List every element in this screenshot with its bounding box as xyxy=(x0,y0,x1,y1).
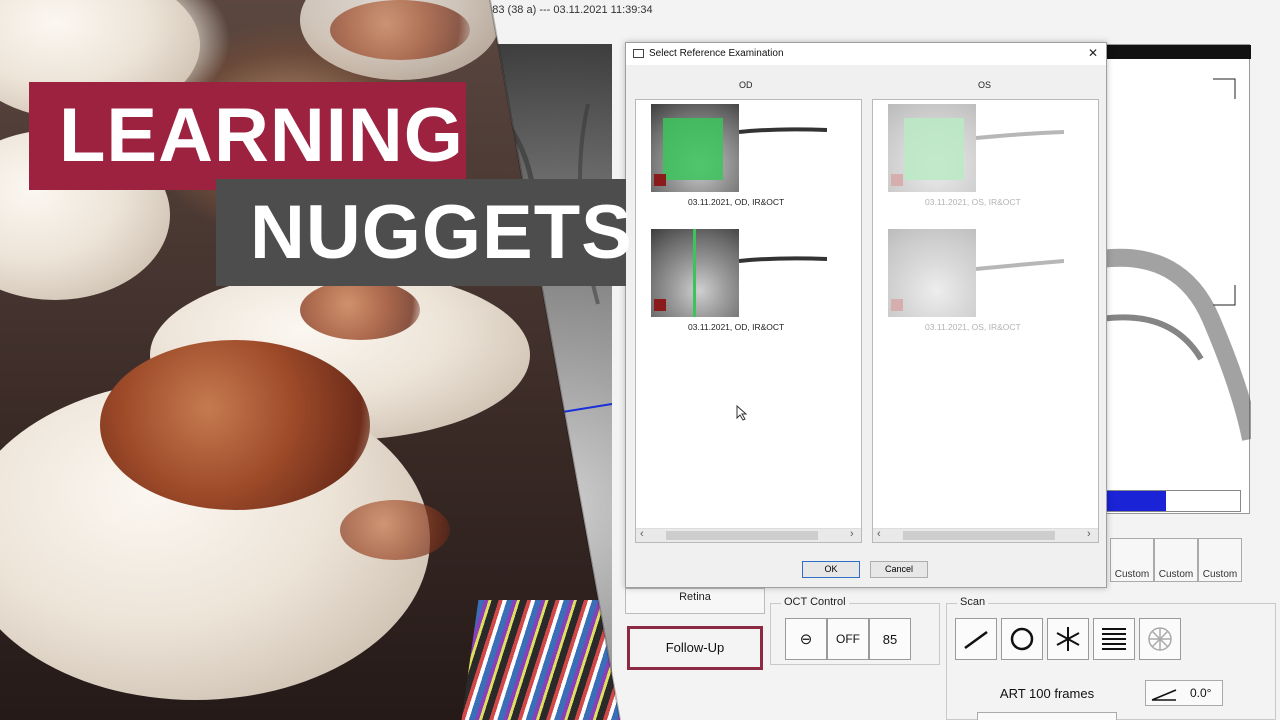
scroll-left-icon[interactable]: ‹ xyxy=(640,528,644,540)
os-column-header: OS xyxy=(978,80,992,90)
crumbs-topping xyxy=(340,500,450,560)
close-icon[interactable]: ✕ xyxy=(1088,46,1098,60)
radial-scan-button[interactable] xyxy=(1139,618,1181,660)
window-icon xyxy=(633,49,644,58)
red-marker-icon xyxy=(891,174,903,186)
green-scan-line xyxy=(693,229,696,317)
od-exam-item[interactable]: 03.11.2021, OD, IR&OCT xyxy=(651,104,851,214)
star-scan-button[interactable] xyxy=(1047,618,1089,660)
angle-field[interactable]: 0.0° xyxy=(1145,680,1223,706)
oct-thumbnail-line xyxy=(739,127,827,134)
line-scan-icon xyxy=(964,630,988,650)
circle-scan-button[interactable] xyxy=(1001,618,1043,660)
learning-banner: LEARNING xyxy=(29,82,466,190)
eye-m-icon: ⊖ xyxy=(799,631,813,648)
od-exam-item[interactable]: 03.11.2021, OD, IR&OCT xyxy=(651,229,851,339)
select-reference-dialog: Select Reference Examination ✕ OD OS 03.… xyxy=(625,42,1107,588)
os-list-panel: 03.11.2021, OS, IR&OCT 03.11.2021, OS, I… xyxy=(872,99,1099,543)
quality-value-button[interactable]: 85 xyxy=(869,618,911,660)
mouse-cursor-icon xyxy=(736,405,748,421)
scroll-left-icon[interactable]: ‹ xyxy=(877,528,881,540)
radial-scan-icon xyxy=(1148,627,1172,651)
patient-header: 1983 (38 a) --- 03.11.2021 11:39:34 xyxy=(480,4,653,16)
od-column-header: OD xyxy=(739,80,753,90)
os-thumbnail xyxy=(888,104,976,192)
oct-thumbnail-line xyxy=(976,130,1064,140)
nuggets-banner: NUGGETS xyxy=(216,179,632,286)
raster-scan-button[interactable] xyxy=(1093,618,1135,660)
custom-button[interactable]: Custom xyxy=(1198,538,1242,582)
oct-control-title: OCT Control xyxy=(781,596,849,608)
oct-view xyxy=(1100,44,1251,514)
progress-bar xyxy=(1101,490,1241,512)
custom-button[interactable]: Custom xyxy=(1110,538,1154,582)
od-thumbnail xyxy=(651,229,739,317)
learning-title: LEARNING xyxy=(59,93,464,178)
star-scan-icon xyxy=(1056,627,1080,651)
oct-thumbnail-line xyxy=(976,259,1064,271)
oct-bscan-graphic xyxy=(1101,78,1251,441)
os-thumbnail xyxy=(888,229,976,317)
os-exam-item[interactable]: 03.11.2021, OS, IR&OCT xyxy=(888,229,1088,339)
art-slider[interactable] xyxy=(977,712,1117,720)
crumbs-topping xyxy=(300,280,420,340)
oct-thumbnail-line xyxy=(739,256,827,263)
custom-button[interactable]: Custom xyxy=(1154,538,1198,582)
os-exam-label: 03.11.2021, OS, IR&OCT xyxy=(925,322,1021,332)
red-marker-icon xyxy=(654,299,666,311)
oct-control-group: OCT Control ⊖ OFF 85 xyxy=(770,596,940,665)
follow-up-button[interactable]: Follow-Up xyxy=(627,626,763,670)
od-horizontal-scrollbar[interactable]: ‹ › xyxy=(636,528,861,542)
red-marker-icon xyxy=(654,174,666,186)
green-scan-area xyxy=(904,118,964,180)
od-thumbnail xyxy=(651,104,739,192)
dialog-title-bar: Select Reference Examination ✕ xyxy=(626,43,1106,65)
art-frames-label: ART 100 frames xyxy=(999,686,1095,701)
os-exam-item[interactable]: 03.11.2021, OS, IR&OCT xyxy=(888,104,1088,214)
brightness-mode-button[interactable]: ⊖ xyxy=(785,618,827,660)
scan-title: Scan xyxy=(957,596,989,608)
angle-value: 0.0° xyxy=(1190,686,1212,700)
od-list-panel: 03.11.2021, OD, IR&OCT 03.11.2021, OD, I… xyxy=(635,99,862,543)
dialog-title: Select Reference Examination xyxy=(649,48,784,59)
off-toggle-button[interactable]: OFF xyxy=(827,618,869,660)
scan-group: Scan ART 100 frames 0.0° xyxy=(946,596,1276,720)
progress-fill xyxy=(1102,491,1166,511)
os-horizontal-scrollbar[interactable]: ‹ › xyxy=(873,528,1098,542)
raster-scan-icon xyxy=(1102,628,1126,650)
circle-scan-icon xyxy=(1010,627,1034,651)
crumbs-topping xyxy=(330,0,470,60)
nuggets-title: NUGGETS xyxy=(250,190,633,275)
scroll-right-icon[interactable]: › xyxy=(1087,528,1091,540)
scroll-right-icon[interactable]: › xyxy=(850,528,854,540)
angle-icon xyxy=(1151,689,1177,701)
scroll-thumb[interactable] xyxy=(903,531,1055,540)
oct-title-bar xyxy=(1101,45,1251,59)
od-exam-label: 03.11.2021, OD, IR&OCT xyxy=(688,322,785,332)
green-scan-area xyxy=(663,118,723,180)
red-marker-icon xyxy=(891,299,903,311)
retina-tab[interactable]: Retina xyxy=(625,588,765,614)
line-scan-button[interactable] xyxy=(955,618,997,660)
scroll-thumb[interactable] xyxy=(666,531,818,540)
os-exam-label: 03.11.2021, OS, IR&OCT xyxy=(925,197,1021,207)
cancel-button[interactable]: Cancel xyxy=(870,561,928,578)
crumbs-topping xyxy=(100,340,370,510)
od-exam-label: 03.11.2021, OD, IR&OCT xyxy=(688,197,785,207)
ok-button[interactable]: OK xyxy=(802,561,860,578)
